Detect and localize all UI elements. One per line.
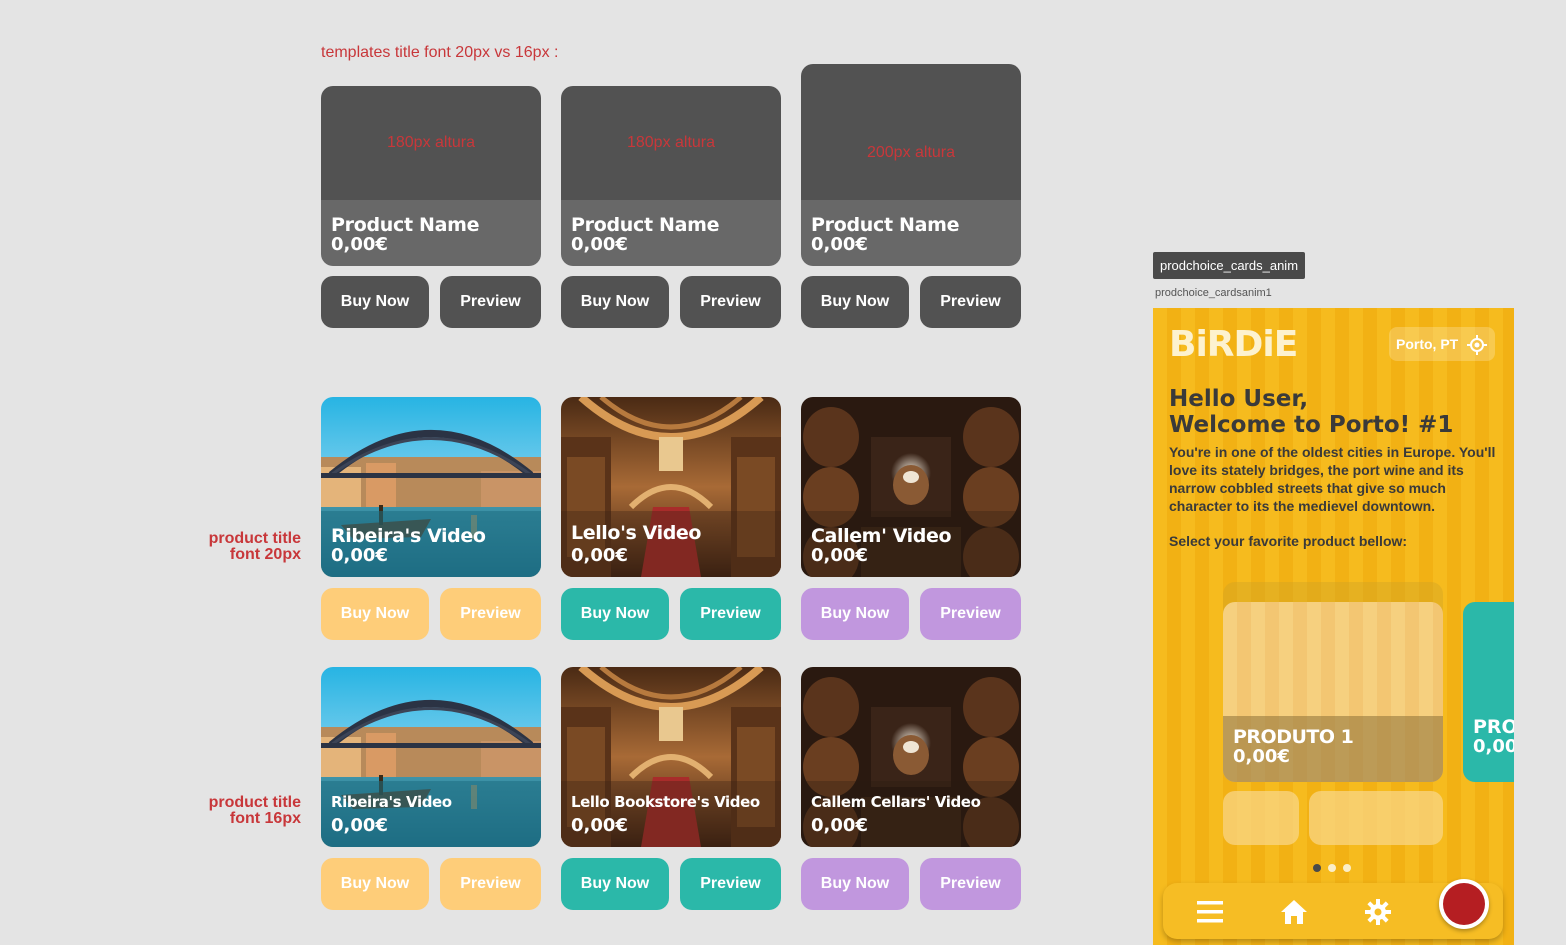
select-prompt: Select your favorite product bellow: bbox=[1169, 533, 1408, 549]
template-card-2[interactable]: 180px altura Product Name 0,00€ bbox=[561, 86, 781, 266]
image-placeholder: 200px altura bbox=[801, 64, 1021, 200]
menu-icon[interactable] bbox=[1197, 899, 1223, 925]
card-info-band bbox=[561, 511, 781, 577]
image-placeholder: 180px altura bbox=[561, 86, 781, 200]
greeting: Hello User, Welcome to Porto! #1 bbox=[1169, 386, 1453, 438]
preview-button[interactable]: Preview bbox=[440, 276, 541, 328]
preview-button[interactable]: Preview bbox=[680, 588, 781, 640]
buy-now-button[interactable]: Buy Now bbox=[561, 276, 669, 328]
buy-now-button[interactable]: Buy Now bbox=[321, 276, 429, 328]
product-name: Product Name bbox=[811, 214, 960, 236]
card-button-placeholder[interactable] bbox=[1309, 791, 1443, 845]
product-name: PRODUTO 1 bbox=[1233, 726, 1354, 748]
product-price: 0,00€ bbox=[571, 234, 628, 255]
product-name: Callem' Video bbox=[811, 525, 952, 547]
product-card-lello[interactable]: Lello's Video 0,00€ bbox=[561, 397, 781, 577]
preview-button[interactable]: Preview bbox=[920, 858, 1021, 910]
product-price: 0,00€ bbox=[331, 545, 388, 566]
greeting-line: Welcome to Porto! #1 bbox=[1169, 412, 1454, 438]
product-name: Product Name bbox=[331, 214, 480, 236]
preview-button[interactable]: Preview bbox=[440, 588, 541, 640]
buy-now-button[interactable]: Buy Now bbox=[561, 858, 669, 910]
height-label: 200px altura bbox=[866, 144, 956, 161]
product-card-ribeira[interactable]: Ribeira's Video 0,00€ bbox=[321, 667, 541, 847]
product-name: Ribeira's Video bbox=[331, 525, 486, 547]
location-chip[interactable]: Porto, PT bbox=[1389, 327, 1495, 361]
carousel-dots bbox=[1313, 864, 1351, 872]
greeting-line: Hello User, bbox=[1169, 386, 1309, 412]
note-line: product title bbox=[208, 794, 301, 811]
product-price: 0,00€ bbox=[811, 545, 868, 566]
product-price: 0,00€ bbox=[571, 545, 628, 566]
note-line: font 20px bbox=[229, 546, 301, 563]
carousel-dot[interactable] bbox=[1328, 864, 1336, 872]
height-label: 180px altura bbox=[626, 134, 716, 151]
product-card-ribeira[interactable]: Ribeira's Video 0,00€ bbox=[321, 397, 541, 577]
image-placeholder: 180px altura bbox=[321, 86, 541, 200]
home-icon[interactable] bbox=[1280, 899, 1308, 925]
product-name: Ribeira's Video bbox=[331, 793, 452, 811]
intro-text: You're in one of the oldest cities in Eu… bbox=[1169, 444, 1496, 514]
product-price: 0,00€ bbox=[331, 815, 388, 836]
product-card-lello[interactable]: Lello Bookstore's Video 0,00€ bbox=[561, 667, 781, 847]
product-card-1[interactable]: PRODUTO 1 0,00€ bbox=[1223, 602, 1443, 782]
product-name: Lello Bookstore's Video bbox=[571, 793, 760, 811]
product-card-callem[interactable]: Callem' Video 0,00€ bbox=[801, 397, 1021, 577]
location-label: Porto, PT bbox=[1396, 336, 1459, 352]
font-16-note: product title font 16px bbox=[150, 795, 301, 827]
buy-now-button[interactable]: Buy Now bbox=[321, 858, 429, 910]
card-info-band bbox=[561, 781, 781, 847]
preview-button[interactable]: Preview bbox=[920, 588, 1021, 640]
card-info-band bbox=[321, 781, 541, 847]
font-20-note: product title font 20px bbox=[150, 531, 301, 563]
frame-label[interactable]: prodchoice_cardsanim1 bbox=[1155, 287, 1272, 299]
buy-now-button[interactable]: Buy Now bbox=[801, 276, 909, 328]
templates-note: templates title font 20px vs 16px : bbox=[321, 44, 559, 61]
template-card-1[interactable]: 180px altura Product Name 0,00€ bbox=[321, 86, 541, 266]
product-name: PRO bbox=[1473, 716, 1514, 738]
preview-button[interactable]: Preview bbox=[920, 276, 1021, 328]
product-price: 0,00€ bbox=[811, 815, 868, 836]
product-price: 0,00€ bbox=[571, 815, 628, 836]
product-price: 0,00€ bbox=[1233, 746, 1290, 767]
locate-icon bbox=[1467, 335, 1487, 355]
product-card-2[interactable]: PRO 0,00 bbox=[1463, 602, 1514, 782]
card-button-placeholder[interactable] bbox=[1223, 791, 1299, 845]
gear-icon[interactable] bbox=[1365, 899, 1391, 925]
record-button[interactable] bbox=[1439, 879, 1489, 929]
product-price: 0,00€ bbox=[331, 234, 388, 255]
frame-tooltip: prodchoice_cards_anim bbox=[1153, 252, 1306, 279]
carousel-dot[interactable] bbox=[1343, 864, 1351, 872]
carousel-dot[interactable] bbox=[1313, 864, 1321, 872]
preview-button[interactable]: Preview bbox=[680, 276, 781, 328]
note-line: font 16px bbox=[229, 810, 301, 827]
height-label: 180px altura bbox=[386, 134, 476, 151]
record-icon bbox=[1443, 883, 1485, 925]
product-price: 0,00€ bbox=[811, 234, 868, 255]
preview-button[interactable]: Preview bbox=[440, 858, 541, 910]
buy-now-button[interactable]: Buy Now bbox=[801, 588, 909, 640]
preview-button[interactable]: Preview bbox=[680, 858, 781, 910]
product-name: Lello's Video bbox=[571, 522, 702, 544]
birdie-logo: BiRDiE bbox=[1169, 324, 1298, 365]
buy-now-button[interactable]: Buy Now bbox=[561, 588, 669, 640]
product-name: Callem Cellars' Video bbox=[811, 793, 981, 811]
phone-frame: BiRDiE Porto, PT Hello User, Welcome to … bbox=[1153, 308, 1514, 945]
product-price: 0,00 bbox=[1473, 736, 1514, 757]
note-line: product title bbox=[208, 530, 301, 547]
product-card-callem[interactable]: Callem Cellars' Video 0,00€ bbox=[801, 667, 1021, 847]
buy-now-button[interactable]: Buy Now bbox=[801, 858, 909, 910]
template-card-3[interactable]: 200px altura Product Name 0,00€ bbox=[801, 64, 1021, 266]
buy-now-button[interactable]: Buy Now bbox=[321, 588, 429, 640]
card-info-band bbox=[801, 781, 1021, 847]
product-name: Product Name bbox=[571, 214, 720, 236]
